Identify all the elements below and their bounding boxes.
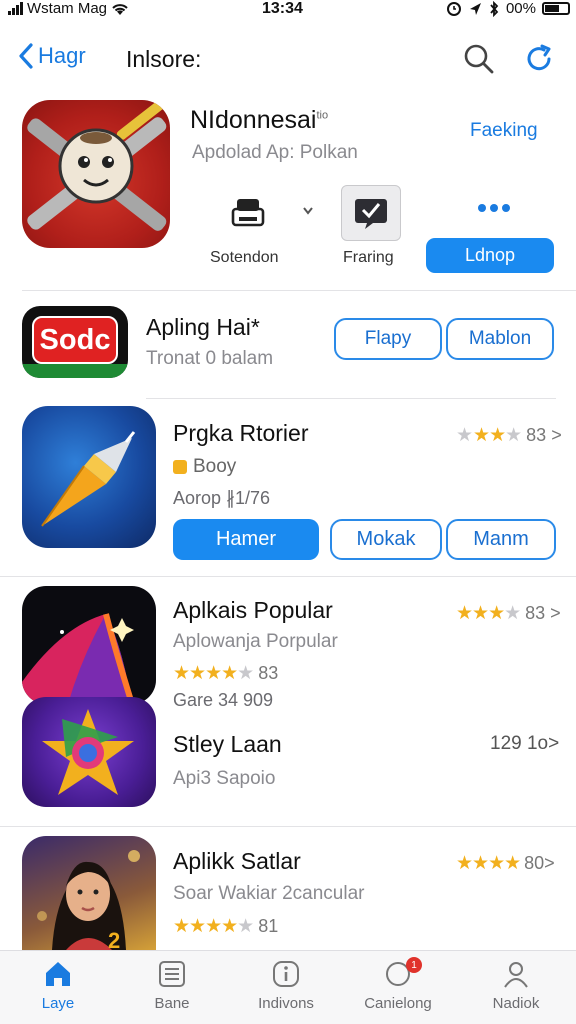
- status-left: Wstam Mag: [8, 0, 129, 17]
- row-subtitle: Api3 Sapoio: [173, 768, 276, 789]
- row-title: Aplkais Popular: [173, 597, 333, 623]
- share-icon[interactable]: [341, 185, 401, 241]
- row-side-meta: 129 1o>: [490, 733, 560, 754]
- title-mark: tio: [316, 109, 329, 122]
- tab-label: Canielong: [364, 995, 432, 1012]
- row-meta: Gare 34 909: [173, 690, 274, 710]
- star-app-icon[interactable]: [22, 697, 156, 807]
- row-title: Aplikk Satlar: [173, 848, 301, 874]
- page-title: Inlsore:: [126, 46, 202, 72]
- notification-badge: 1: [406, 957, 422, 973]
- tag-icon: [173, 460, 187, 474]
- row-subtitle: Aplowanja Porpular: [173, 631, 338, 652]
- pen-icon: [41, 431, 136, 527]
- action-label-2[interactable]: Fraring: [343, 249, 394, 267]
- search-icon[interactable]: [462, 42, 496, 76]
- tab-label: Indivons: [258, 995, 314, 1012]
- tab-label: Bane: [154, 995, 190, 1012]
- refresh-icon[interactable]: [522, 42, 556, 76]
- tab-bar: Laye Bane Indivons 1 Canielong Nadiok: [0, 950, 576, 1024]
- side-rating-stars: ★★★ ★ 83 >: [456, 603, 561, 624]
- carrier-label: Wstam Mag: [27, 0, 108, 17]
- action-label-1[interactable]: Sotendon: [210, 249, 279, 267]
- divider: [0, 826, 576, 827]
- portrait-app-icon[interactable]: 2: [22, 836, 156, 950]
- featured-app-icon[interactable]: [22, 100, 170, 248]
- wifi-icon: [112, 3, 128, 15]
- featured-link[interactable]: Faeking: [470, 120, 538, 142]
- tab-laye[interactable]: Laye: [10, 959, 106, 1012]
- row-button[interactable]: Manm: [446, 519, 556, 560]
- row-button[interactable]: Mablon: [446, 318, 554, 360]
- clock: 13:34: [262, 0, 303, 17]
- person-icon: [504, 962, 528, 988]
- row-title: Prgka Rtorier: [173, 420, 309, 446]
- featured-app-subtitle: Apdolad Ap: Polkan: [192, 142, 358, 163]
- divider: [22, 290, 576, 291]
- action-button-3[interactable]: Ldnop: [426, 238, 554, 273]
- printer-icon[interactable]: [226, 192, 270, 236]
- portrait-icon: 2: [37, 850, 140, 950]
- mascot-icon: [27, 100, 168, 231]
- divider: [146, 398, 556, 399]
- bluetooth-icon: [490, 0, 499, 17]
- back-label: Hagr: [38, 43, 86, 68]
- tent-app-icon[interactable]: [22, 586, 156, 704]
- status-right: 00%: [446, 0, 570, 17]
- home-icon: [46, 962, 70, 986]
- location-icon: [469, 2, 481, 15]
- featured-app-title: NIdonnesaitio: [190, 106, 329, 134]
- alarm-icon: [446, 1, 461, 16]
- chevron-down-icon[interactable]: [302, 206, 314, 216]
- tab-indivons[interactable]: Indivons: [238, 959, 334, 1012]
- chevron-left-icon: [19, 43, 33, 69]
- more-icon[interactable]: [474, 196, 514, 220]
- tab-label: Laye: [41, 995, 75, 1012]
- tab-label: Nadiok: [492, 995, 540, 1012]
- pen-app-icon[interactable]: [22, 406, 156, 548]
- divider: [0, 576, 576, 577]
- sodc-app-icon[interactable]: Sodc: [22, 306, 128, 378]
- star-icon: [42, 709, 134, 795]
- row-button[interactable]: Hamer: [173, 519, 319, 560]
- info-icon: [273, 961, 299, 987]
- rating-stars: ★★★★ ★ 83: [173, 663, 279, 684]
- row-button[interactable]: Mokak: [330, 519, 442, 560]
- tab-bane[interactable]: Bane: [124, 959, 220, 1012]
- rating-stars: ★ ★★ ★ 83 >: [456, 425, 562, 446]
- side-rating-stars: ★★★★ 80>: [456, 853, 555, 874]
- row-button[interactable]: Flapy: [334, 318, 442, 360]
- sodc-logo: Sodc: [32, 316, 118, 364]
- nav-bar: Hagr Inlsore:: [0, 38, 576, 82]
- rating-stars: ★★★★ ★ 81: [173, 916, 279, 937]
- svg-text:2: 2: [108, 928, 120, 950]
- row-subtitle: Booy: [173, 456, 236, 478]
- row-title: Stley Laan: [173, 731, 282, 757]
- signal-icon: [8, 2, 23, 15]
- tab-nadiok[interactable]: Nadiok: [468, 959, 564, 1012]
- battery-percent: 00%: [505, 0, 536, 17]
- back-button[interactable]: Hagr: [18, 42, 86, 70]
- row-subtitle: Tronat 0 balam: [146, 348, 274, 369]
- tab-canielong[interactable]: 1 Canielong: [350, 957, 446, 1012]
- status-bar: Wstam Mag 13:34 00%: [0, 0, 576, 22]
- tent-icon: [22, 613, 135, 704]
- battery-icon: [542, 2, 570, 15]
- row-subtitle: Soar Wakiar 2cancular: [173, 883, 365, 904]
- row-meta: Aorop ∦1/76: [173, 488, 271, 508]
- news-icon: [159, 961, 185, 987]
- row-title: Apling Hai*: [146, 314, 260, 340]
